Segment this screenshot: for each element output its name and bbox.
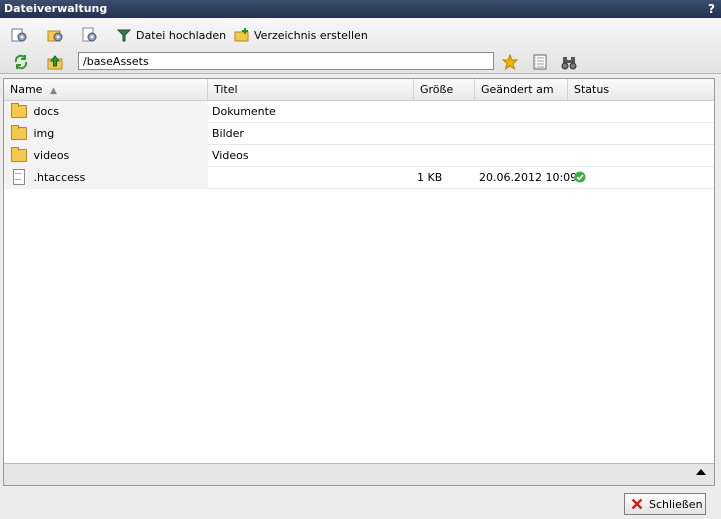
name-cell: docs [4, 101, 208, 123]
column-header-title[interactable]: Titel [208, 79, 414, 101]
close-button-label: Schließen [649, 497, 703, 511]
table-row[interactable]: docs Dokumente [4, 101, 714, 123]
favorite-button[interactable] [502, 51, 518, 73]
status-cell [574, 167, 604, 189]
folder-icon [10, 102, 27, 118]
column-header-status[interactable]: Status [568, 79, 714, 101]
details-view-button[interactable] [532, 51, 548, 73]
refresh-button[interactable] [13, 51, 29, 73]
window-titlebar: Dateiverwaltung ? [0, 0, 721, 18]
settings-icon [82, 27, 97, 42]
close-icon [631, 498, 643, 510]
column-header-name[interactable]: Name ▲ [4, 79, 208, 101]
title-cell: Bilder [212, 127, 244, 140]
details-view-icon [533, 54, 547, 70]
size-cell: 1 KB [417, 171, 443, 184]
name-cell: videos [4, 145, 208, 167]
window-title: Dateiverwaltung [4, 2, 108, 15]
search-button[interactable] [561, 51, 577, 73]
name-cell: .htaccess [4, 167, 208, 189]
table-row[interactable]: .htaccess 1 KB 20.06.2012 10:09 [4, 167, 714, 189]
settings-button-2[interactable] [47, 24, 63, 46]
table-row[interactable]: videos Videos [4, 145, 714, 167]
grid-footer [4, 463, 714, 485]
sort-asc-icon: ▲ [49, 86, 57, 96]
checkmark-icon [574, 171, 586, 183]
settings-icon [47, 30, 63, 42]
folder-up-icon [47, 55, 63, 70]
modified-cell: 20.06.2012 10:09 [479, 171, 578, 184]
upload-file-label: Datei hochladen [136, 28, 227, 42]
file-name: videos [33, 149, 70, 162]
settings-button-3[interactable] [81, 24, 97, 46]
file-grid: Name ▲ Titel Größe Geändert am Status do… [3, 78, 715, 486]
file-name: img [33, 127, 55, 140]
file-name: .htaccess [33, 171, 86, 184]
create-directory-button[interactable]: Verzeichnis erstellen [234, 24, 368, 46]
binoculars-icon [561, 57, 577, 70]
column-header-modified[interactable]: Geändert am [475, 79, 568, 101]
create-directory-label: Verzeichnis erstellen [254, 28, 368, 42]
settings-button-1[interactable] [11, 24, 27, 46]
title-cell: Videos [212, 149, 249, 162]
grid-header: Name ▲ Titel Größe Geändert am Status [4, 79, 714, 101]
file-icon [10, 168, 26, 185]
path-input[interactable] [78, 52, 494, 70]
toolbar: Datei hochladen Verzeichnis erstellen [0, 18, 721, 74]
folder-icon [10, 124, 27, 140]
new-folder-icon [234, 28, 249, 42]
folder-up-button[interactable] [47, 51, 63, 73]
table-row[interactable]: img Bilder [4, 123, 714, 145]
file-name: docs [33, 105, 60, 118]
upload-icon [116, 29, 132, 42]
refresh-icon [14, 54, 28, 70]
column-header-size[interactable]: Größe [414, 79, 475, 101]
title-cell [212, 167, 412, 189]
upload-file-button[interactable]: Datei hochladen [116, 24, 226, 46]
help-button[interactable]: ? [708, 0, 715, 18]
title-cell: Dokumente [212, 105, 276, 118]
settings-icon [11, 28, 27, 42]
name-cell: img [4, 123, 208, 145]
star-icon [502, 54, 518, 70]
folder-icon [10, 146, 27, 162]
close-button[interactable]: Schließen [624, 493, 706, 515]
collapse-arrow-icon[interactable] [696, 469, 706, 475]
column-header-name-label: Name [10, 83, 43, 96]
